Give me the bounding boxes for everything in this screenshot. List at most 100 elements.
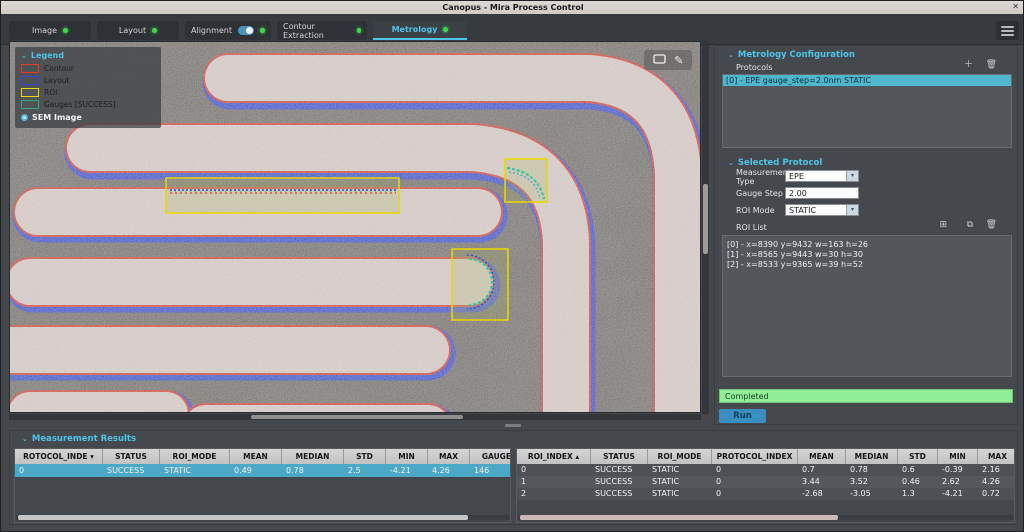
column-header[interactable]: MIN bbox=[938, 449, 978, 464]
roi-list-item[interactable]: [1] - x=8565 y=9443 w=30 h=30 bbox=[723, 250, 1011, 260]
close-icon[interactable]: ✕ bbox=[1012, 2, 1019, 11]
selected-protocol-header[interactable]: ⌄Selected Protocol bbox=[728, 158, 822, 168]
legend-label: ROI bbox=[44, 88, 57, 97]
tab-metrology[interactable]: Metrology bbox=[373, 21, 467, 40]
tab-layout[interactable]: Layout bbox=[97, 21, 179, 40]
table-cell: 2.16 bbox=[978, 464, 1015, 476]
table-row[interactable]: 1SUCCESSSTATIC03.443.520.462.624.2618180 bbox=[517, 476, 1014, 488]
legend-title[interactable]: ⌄Legend bbox=[21, 51, 155, 60]
gauge-step-input[interactable]: 2.00 bbox=[785, 187, 859, 199]
hamburger-menu-icon[interactable] bbox=[996, 21, 1019, 40]
scrollbar-handle[interactable] bbox=[18, 515, 468, 520]
column-header[interactable]: ROTOCOL_INDE ▾ bbox=[15, 449, 103, 464]
tab-contour-extraction-label: Contour Extraction bbox=[283, 22, 351, 40]
table-row[interactable]: 2SUCCESSSTATIC0-2.68-3.051.3-4.210.72464… bbox=[517, 488, 1014, 500]
scrollbar-handle[interactable] bbox=[703, 184, 708, 254]
tab-metrology-label: Metrology bbox=[392, 25, 438, 34]
column-header[interactable]: MEDIAN bbox=[846, 449, 898, 464]
delete-protocol-icon[interactable]: 🗑 bbox=[986, 61, 997, 70]
chevron-down-icon[interactable]: ▾ bbox=[846, 205, 858, 215]
roi-list-item[interactable]: [0] - x=8390 y=9432 w=163 h=26 bbox=[723, 240, 1011, 250]
edit-roi-icon[interactable]: ⧉ bbox=[967, 221, 973, 230]
status-dot-green bbox=[357, 28, 361, 33]
results-table-left[interactable]: ROTOCOL_INDE ▾STATUSROI_MODEMEANMEDIANST… bbox=[14, 448, 511, 523]
scrollbar-handle[interactable] bbox=[520, 515, 838, 520]
table-cell: STATIC bbox=[648, 476, 712, 488]
table-cell: 0 bbox=[15, 464, 103, 477]
measurement-results-header[interactable]: ⌄Measurement Results bbox=[22, 434, 136, 444]
column-header[interactable]: STATUS bbox=[103, 449, 160, 464]
chevron-down-icon: ⌄ bbox=[728, 159, 734, 167]
measurement-results-panel: ⌄Measurement Results ROTOCOL_INDE ▾STATU… bbox=[9, 430, 1018, 525]
column-header[interactable]: MEDIAN bbox=[282, 449, 344, 464]
add-protocol-icon[interactable]: ＋ bbox=[964, 61, 973, 70]
column-header[interactable]: STD bbox=[898, 449, 938, 464]
table-cell: 1 bbox=[517, 476, 591, 488]
sem-image-layer-row[interactable]: SEM Image bbox=[21, 113, 155, 122]
column-header[interactable]: ROI_MODE bbox=[648, 449, 712, 464]
roi-list-item[interactable]: [2] - x=8533 y=9365 w=39 h=52 bbox=[723, 260, 1011, 270]
table-cell: -4.21 bbox=[386, 464, 428, 477]
tab-contour-extraction[interactable]: Contour Extraction bbox=[277, 21, 367, 40]
panel-splitter-handle[interactable] bbox=[505, 424, 521, 427]
table-cell: -2.68 bbox=[798, 488, 846, 500]
table-cell: SUCCESS bbox=[103, 464, 160, 477]
column-header[interactable]: MAX bbox=[428, 449, 470, 464]
metrology-config-header[interactable]: ⌄Metrology Configuration bbox=[728, 50, 855, 60]
roi-swatch bbox=[21, 88, 39, 97]
table-cell: STATIC bbox=[648, 488, 712, 500]
status-dot-green bbox=[443, 27, 448, 32]
measurement-type-select[interactable]: EPE ▾ bbox=[785, 170, 859, 182]
column-header[interactable]: MIN bbox=[386, 449, 428, 464]
protocol-list-item-selected[interactable]: [0] - EPE gauge_step=2.0nm STATIC bbox=[723, 75, 1011, 86]
legend-label: Layout bbox=[44, 76, 70, 85]
column-header[interactable]: ROI_MODE bbox=[160, 449, 230, 464]
layout-swatch bbox=[21, 76, 39, 85]
table-cell: 0.49 bbox=[230, 464, 282, 477]
roi-mode-value: STATIC bbox=[789, 205, 816, 216]
title-bar: Canopus - Mira Process Control ✕ bbox=[1, 1, 1024, 14]
delete-roi-icon[interactable]: 🗑 bbox=[986, 221, 997, 230]
table-cell: SUCCESS bbox=[591, 488, 648, 500]
column-header[interactable]: PROTOCOL_INDEX bbox=[712, 449, 798, 464]
roi-mode-select[interactable]: STATIC ▾ bbox=[785, 204, 859, 216]
column-header[interactable]: STD bbox=[344, 449, 386, 464]
left-table-scrollbar[interactable] bbox=[16, 515, 509, 520]
sem-image-viewport[interactable]: ⌄Legend Contour Layout ROI Gauges [SUCCE… bbox=[9, 41, 701, 413]
table-row[interactable]: 0SUCCESSSTATIC0.490.782.5-4.214.26146146… bbox=[15, 464, 510, 477]
tab-image[interactable]: Image bbox=[9, 21, 91, 40]
column-header[interactable]: STATUS bbox=[591, 449, 648, 464]
table-cell: STATIC bbox=[648, 464, 712, 476]
legend-label: Contour bbox=[44, 64, 74, 73]
table-cell: STATIC bbox=[160, 464, 230, 477]
column-header[interactable]: MEAN bbox=[230, 449, 282, 464]
screenshot-icon[interactable] bbox=[653, 54, 666, 66]
roi-list[interactable]: [0] - x=8390 y=9432 w=163 h=26 [1] - x=8… bbox=[722, 235, 1012, 377]
results-table-right[interactable]: ROI_INDEX ▴STATUSROI_MODEPROTOCOL_INDEXM… bbox=[516, 448, 1015, 523]
app-window: Canopus - Mira Process Control ✕ Image L… bbox=[0, 0, 1024, 532]
column-header[interactable]: MAX bbox=[978, 449, 1015, 464]
column-header[interactable]: GAUGE_NUMBER bbox=[470, 449, 511, 464]
tab-alignment[interactable]: Alignment bbox=[185, 21, 271, 40]
visibility-eye-icon[interactable] bbox=[21, 114, 28, 121]
alignment-toggle[interactable] bbox=[238, 26, 254, 35]
legend-item-roi: ROI bbox=[21, 88, 155, 97]
add-roi-icon[interactable]: ⊞ bbox=[939, 221, 947, 230]
chevron-down-icon: ⌄ bbox=[21, 52, 27, 60]
table-row[interactable]: 0SUCCESSSTATIC00.70.780.6-0.392.1682820 bbox=[517, 464, 1014, 476]
status-dot-green bbox=[63, 28, 68, 33]
table-cell: 0.78 bbox=[282, 464, 344, 477]
run-button[interactable]: Run bbox=[719, 409, 766, 423]
table-cell: 4.26 bbox=[978, 476, 1015, 488]
scrollbar-handle[interactable] bbox=[251, 415, 463, 419]
draw-pencil-icon[interactable]: ✎ bbox=[674, 55, 683, 66]
protocols-list[interactable]: [0] - EPE gauge_step=2.0nm STATIC bbox=[722, 74, 1012, 148]
image-horizontal-scrollbar[interactable] bbox=[9, 414, 701, 420]
column-header[interactable]: MEAN bbox=[798, 449, 846, 464]
table-cell: 2.62 bbox=[938, 476, 978, 488]
column-header[interactable]: ROI_INDEX ▴ bbox=[517, 449, 591, 464]
legend-item-layout: Layout bbox=[21, 76, 155, 85]
chevron-down-icon[interactable]: ▾ bbox=[846, 171, 858, 181]
image-vertical-scrollbar[interactable] bbox=[702, 41, 709, 414]
right-table-scrollbar[interactable] bbox=[518, 515, 1013, 520]
